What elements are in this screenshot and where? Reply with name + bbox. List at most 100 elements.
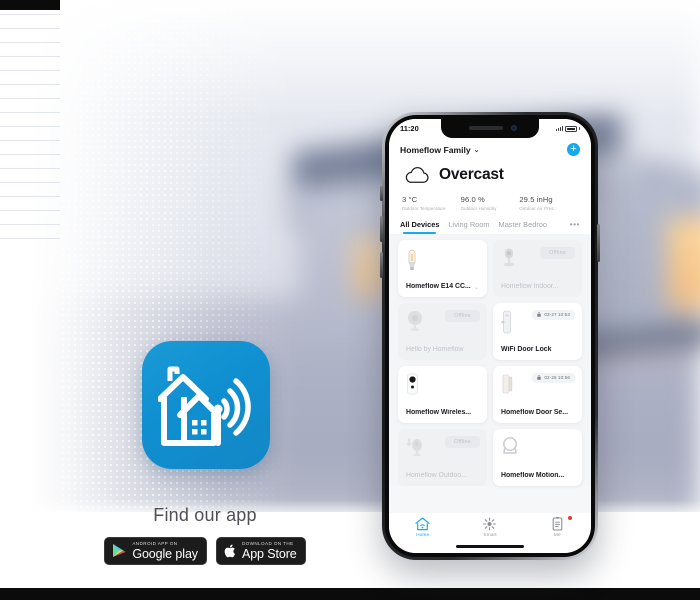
- weather-condition: Overcast: [439, 166, 504, 183]
- family-selector[interactable]: Homeflow Family ⌄: [400, 145, 480, 155]
- cloud-icon: [405, 166, 429, 183]
- tab-all-devices[interactable]: All Devices: [400, 220, 439, 234]
- mute-switch[interactable]: [380, 186, 383, 201]
- device-name: WiFi Door Lock: [501, 345, 552, 353]
- chevron-down-icon[interactable]: ⌄: [474, 284, 479, 291]
- earpiece-speaker: [469, 126, 503, 130]
- family-name-label: Homeflow Family: [400, 144, 471, 155]
- signal-icon: [555, 126, 563, 131]
- homeflow-app-icon[interactable]: [142, 341, 270, 469]
- tabbar-item-me[interactable]: Me: [524, 516, 591, 538]
- card-top: Offline: [406, 309, 480, 337]
- stat-label: Outdoor Humidity: [460, 205, 497, 211]
- card-top: [501, 436, 575, 463]
- device-card-hello-by-homeflow[interactable]: Offline Hello by Homeflow: [398, 302, 487, 360]
- bottom-tab-bar: Home Smart Me: [389, 513, 591, 553]
- card-top: Offline: [501, 246, 575, 274]
- last-event-badge: 03-27 10:53: [532, 309, 575, 321]
- device-name: Hello by Homeflow: [406, 345, 464, 353]
- battery-tip: [579, 127, 580, 130]
- smart-star-icon: [483, 517, 497, 531]
- bottom-black-band: [0, 588, 700, 600]
- device-card-outdoor-camera[interactable]: Offline Homeflow Outdoo...: [398, 428, 487, 486]
- card-top: Offline: [406, 435, 480, 463]
- room-tabs: All Devices Living Room Master Bedroo ••…: [389, 210, 591, 234]
- offline-badge: Offline: [445, 309, 480, 322]
- card-top: [406, 247, 480, 274]
- tabbar-item-smart[interactable]: Smart: [456, 517, 523, 538]
- profile-list-icon: [552, 517, 563, 531]
- google-play-label: Google play: [132, 546, 198, 561]
- status-bar-indicators: [555, 125, 580, 132]
- weather-stats: 3 °C Outdoor Temperature 96.0 % Outdoor …: [400, 195, 580, 211]
- tabbar-label: Home: [416, 533, 430, 538]
- card-top: 03-27 10:53: [501, 309, 575, 337]
- motion-sensor-icon: [503, 436, 517, 454]
- light-bulb-icon: [408, 249, 416, 270]
- device-name: Homeflow E14 CC...: [406, 282, 471, 290]
- tabbar-item-home[interactable]: Home: [389, 517, 456, 538]
- scanline-strip: [0, 0, 60, 240]
- outdoor-camera-icon: [406, 437, 422, 456]
- stat-value: 29.5 inHg: [519, 195, 553, 204]
- indoor-camera-icon: [503, 248, 515, 266]
- device-name: Homeflow Motion...: [501, 471, 565, 479]
- phone-screen: 11:20 Homeflow Family ⌄ + Overcast 3 °C …: [389, 119, 591, 553]
- tab-master-bedroom[interactable]: Master Bedroo: [499, 220, 547, 234]
- last-event-time: 02-26 10:56: [544, 375, 570, 380]
- find-our-app-section: Find our app ANDROID APP ON Google play …: [60, 505, 350, 565]
- device-card-door-sensor[interactable]: 02-26 10:56 Homeflow Door Se...: [493, 365, 582, 423]
- wireless-button-icon: [407, 373, 418, 394]
- device-name: Homeflow Door Se...: [501, 408, 568, 416]
- stat-label: Outdoor Temperature: [402, 205, 446, 211]
- door-lock-icon: [501, 310, 511, 333]
- device-card-wifi-door-lock[interactable]: 03-27 10:53 WiFi Door Lock: [493, 302, 582, 360]
- add-device-button[interactable]: +: [567, 143, 580, 156]
- google-play-small-text: ANDROID APP ON: [132, 540, 178, 546]
- find-our-app-title: Find our app: [153, 505, 257, 525]
- notification-badge: [567, 516, 572, 520]
- app-store-small-text: Download on the: [241, 540, 294, 546]
- family-row: Homeflow Family ⌄ +: [400, 143, 580, 156]
- device-name: Homeflow Wireles...: [406, 408, 472, 416]
- volume-up-button[interactable]: [380, 216, 383, 242]
- store-badges: ANDROID APP ON Google play Download on t…: [60, 537, 350, 565]
- apple-logo-icon: [224, 544, 235, 558]
- app-store-label: App Store: [241, 546, 297, 561]
- offline-badge: Offline: [445, 435, 480, 448]
- window-lit: [668, 218, 700, 310]
- device-card-motion-sensor[interactable]: Homeflow Motion...: [493, 428, 582, 486]
- device-card-e14-bulb[interactable]: Homeflow E14 CC... ⌄: [398, 239, 487, 297]
- black-corner-strip: [0, 0, 60, 10]
- tabbar-label: Smart: [483, 533, 497, 538]
- notch: [441, 119, 539, 138]
- tab-living-room[interactable]: Living Room: [448, 220, 489, 234]
- stat-value: 96.0 %: [460, 195, 485, 204]
- lock-icon: [537, 375, 542, 381]
- tabbar-label: Me: [553, 533, 561, 538]
- play-triangle-icon: [113, 544, 126, 557]
- last-event-badge: 02-26 10:56: [532, 372, 575, 384]
- status-bar-time: 11:20: [400, 124, 419, 133]
- device-card-wireless-button[interactable]: Homeflow Wireles...: [398, 365, 487, 423]
- lock-icon: [537, 312, 542, 318]
- offline-badge: Offline: [540, 246, 575, 259]
- last-event-time: 03-27 10:53: [544, 312, 570, 317]
- google-play-badge[interactable]: ANDROID APP ON Google play: [104, 537, 207, 565]
- battery-icon: [565, 125, 577, 132]
- device-name: Homeflow Outdoo...: [406, 471, 467, 479]
- app-store-badge[interactable]: Download on the App Store: [215, 537, 306, 565]
- card-top: 02-26 10:56: [501, 372, 575, 400]
- device-name: Homeflow Indoor...: [501, 282, 559, 290]
- power-button[interactable]: [597, 224, 600, 262]
- house-wifi-icon: [158, 366, 251, 446]
- door-sensor-icon: [502, 374, 513, 393]
- stat-outdoor-air-pressure: 29.5 inHg Outdoor Air Pres.: [519, 195, 578, 211]
- device-card-indoor-camera[interactable]: Offline Homeflow Indoor...: [493, 239, 582, 297]
- volume-down-button[interactable]: [380, 252, 383, 278]
- home-wifi-icon: [415, 517, 430, 531]
- weather-row: Overcast: [400, 166, 580, 184]
- tabs-more-button[interactable]: •••: [570, 220, 580, 234]
- device-grid: Homeflow E14 CC... ⌄ Offline Homeflow In…: [389, 233, 591, 486]
- home-indicator[interactable]: [456, 545, 524, 548]
